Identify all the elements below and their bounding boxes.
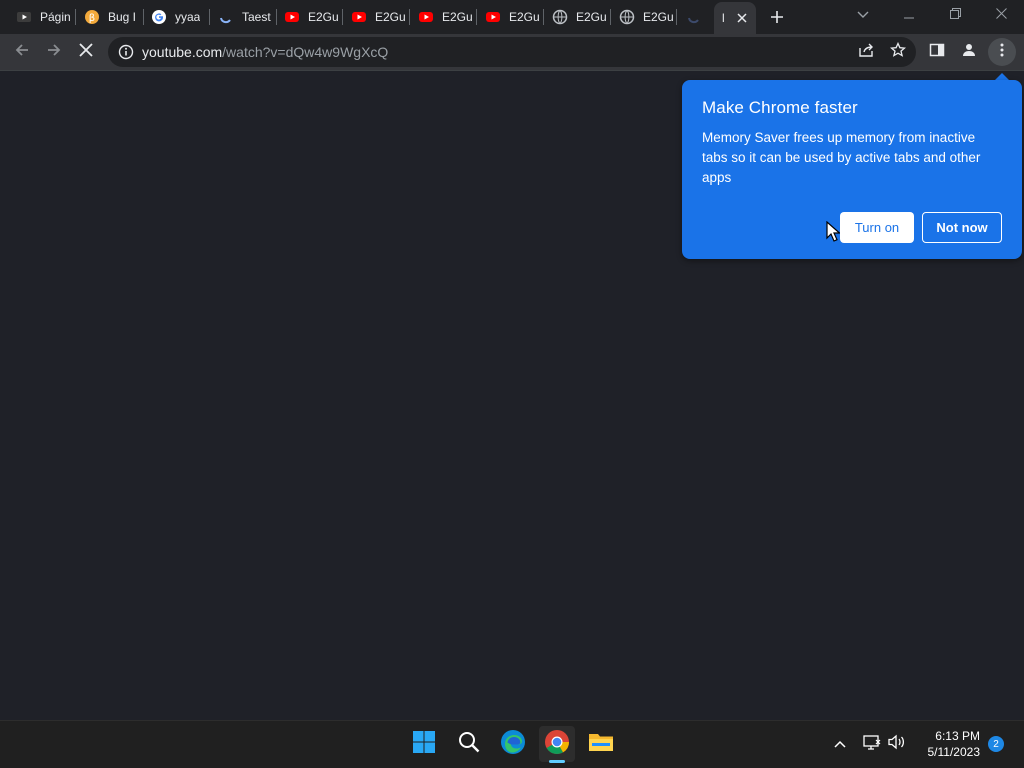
tab-title: E2Gu: [576, 10, 606, 24]
restore-icon: [949, 6, 961, 24]
tab-title: Págin: [40, 10, 70, 24]
youtube-icon: [485, 9, 501, 25]
tab-3[interactable]: yyaa: [143, 2, 205, 32]
windows-logo-icon: [412, 730, 436, 759]
notification-badge[interactable]: 2: [988, 736, 1004, 752]
taskbar-explorer-button[interactable]: [583, 726, 619, 762]
loading-spinner-icon: [686, 9, 702, 25]
tab-title: E2Gu: [643, 10, 673, 24]
volume-button[interactable]: [886, 732, 908, 756]
youtube-dark-icon: [16, 9, 32, 25]
start-button[interactable]: [406, 726, 442, 762]
profile-button[interactable]: [955, 38, 983, 66]
person-icon: [961, 42, 977, 63]
close-icon: [995, 6, 1007, 24]
system-clock[interactable]: 6:13 PM 5/11/2023: [910, 728, 981, 760]
more-vertical-icon: [1000, 43, 1004, 62]
side-panel-icon: [929, 42, 945, 63]
arrow-right-icon: [46, 42, 62, 63]
network-button[interactable]: [861, 732, 883, 756]
active-app-indicator: [549, 760, 565, 763]
chevron-down-icon: [857, 6, 869, 24]
globe-icon: [552, 9, 568, 25]
url-host: youtube.com: [142, 44, 223, 60]
tab-divider: [676, 9, 677, 25]
url-path: /watch?v=dQw4w9WgXcQ: [222, 44, 389, 60]
globe-icon: [619, 9, 635, 25]
chevron-up-icon: [834, 735, 846, 753]
close-window-button[interactable]: [978, 0, 1024, 30]
search-icon: [457, 730, 481, 759]
minimize-button[interactable]: [886, 0, 932, 30]
youtube-icon: [284, 9, 300, 25]
stop-loading-button[interactable]: [72, 38, 100, 66]
back-button[interactable]: [8, 38, 36, 66]
forward-button[interactable]: [40, 38, 68, 66]
youtube-icon: [351, 9, 367, 25]
loading-spinner-icon: [218, 9, 234, 25]
tab-title: E2Gu: [308, 10, 338, 24]
dialog-body: Memory Saver frees up memory from inacti…: [702, 130, 981, 185]
edge-icon: [500, 729, 526, 760]
tab-10[interactable]: E2Gu: [611, 2, 673, 32]
clock-date: 5/11/2023: [927, 745, 981, 759]
arrow-left-icon: [14, 42, 30, 63]
tab-7[interactable]: E2Gu: [410, 2, 472, 32]
speaker-icon: [888, 734, 906, 755]
info-icon[interactable]: [118, 44, 134, 60]
tab-title: E2Gu: [442, 10, 472, 24]
memory-saver-dialog: Make Chrome faster Memory Saver frees up…: [682, 80, 1022, 259]
tab-6[interactable]: E2Gu: [343, 2, 405, 32]
taskbar-edge-button[interactable]: [495, 726, 531, 762]
new-tab-button[interactable]: [766, 6, 788, 28]
folder-icon: [588, 730, 614, 759]
network-icon: [863, 734, 881, 755]
tab-title: E2Gu: [509, 10, 539, 24]
turn-on-button[interactable]: Turn on: [840, 212, 914, 243]
tab-1[interactable]: Págin: [8, 2, 70, 32]
mouse-cursor-icon: [826, 220, 842, 243]
restore-button[interactable]: [932, 0, 978, 30]
side-panel-button[interactable]: [923, 38, 951, 66]
tab-title: yyaa: [175, 10, 201, 24]
tab-title: Bug I: [108, 10, 137, 24]
close-tab-icon[interactable]: [734, 10, 750, 26]
tab-title: E2Gu: [375, 10, 405, 24]
minimize-icon: [904, 6, 914, 24]
bug-bounty-icon: β: [84, 9, 100, 25]
url-text[interactable]: youtube.com/watch?v=dQw4w9WgXcQ: [142, 44, 388, 60]
tab-8[interactable]: E2Gu: [477, 2, 539, 32]
taskbar-search-button[interactable]: [451, 726, 487, 762]
svg-text:β: β: [89, 13, 95, 24]
chrome-menu-button[interactable]: [988, 38, 1016, 66]
chrome-icon: [544, 729, 570, 760]
tab-9[interactable]: E2Gu: [544, 2, 606, 32]
tab-5[interactable]: E2Gu: [276, 2, 338, 32]
bookmark-button[interactable]: [884, 38, 912, 66]
google-icon: [151, 9, 167, 25]
dialog-title: Make Chrome faster: [702, 98, 858, 117]
youtube-icon: [418, 9, 434, 25]
taskbar-chrome-button[interactable]: [539, 726, 575, 762]
tab-active[interactable]: l: [714, 2, 756, 34]
tab-11[interactable]: [678, 2, 712, 32]
tab-search-button[interactable]: [840, 0, 886, 30]
not-now-button[interactable]: Not now: [922, 212, 1002, 243]
close-icon: [79, 42, 93, 62]
tab-strip: Págin β Bug I yyaa Taest E2Gu E2Gu E2Gu …: [0, 0, 1024, 34]
share-button[interactable]: [852, 38, 880, 66]
star-icon: [889, 41, 907, 63]
share-icon: [858, 42, 874, 63]
tab-title: Taest: [242, 10, 271, 24]
tab-title: l: [722, 11, 725, 25]
tab-2[interactable]: β Bug I: [76, 2, 138, 32]
address-bar[interactable]: youtube.com/watch?v=dQw4w9WgXcQ: [108, 37, 916, 67]
clock-time: 6:13 PM: [935, 729, 980, 743]
show-hidden-icons-button[interactable]: [830, 732, 850, 756]
tab-4[interactable]: Taest: [210, 2, 272, 32]
